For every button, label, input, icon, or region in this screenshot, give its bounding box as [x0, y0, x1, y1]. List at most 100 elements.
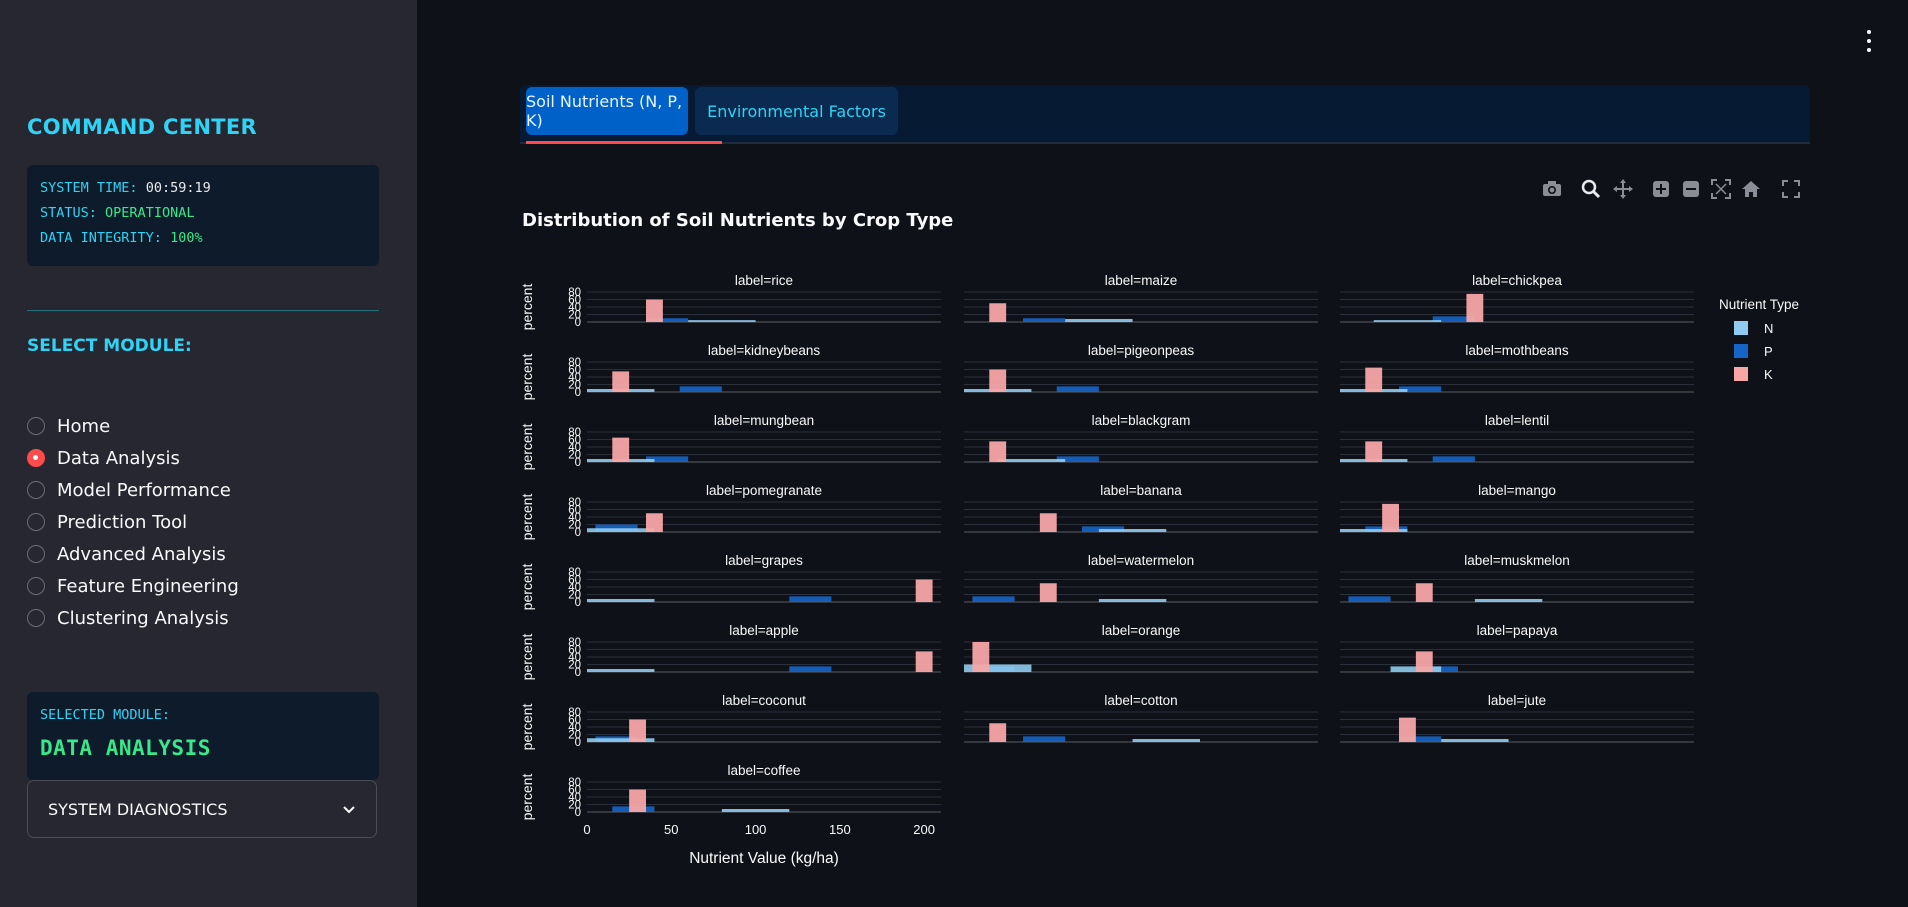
facet-title: label=lentil [1485, 413, 1549, 428]
data-integrity-value: 100% [170, 230, 203, 246]
facet-panel: label=muskmelon [1340, 553, 1694, 603]
facet-title: label=coffee [728, 763, 801, 778]
bar-K-mothbeans [1365, 367, 1383, 392]
faceted-histogram-chart[interactable]: Nutrient TypeNPK label=rice020406080perc… [510, 255, 1850, 885]
zoom-out-icon[interactable] [1680, 178, 1702, 200]
facet-panel: label=pomegranate020406080percent [519, 483, 941, 540]
y-tick-label: 80 [568, 427, 581, 439]
facet-title: label=jute [1488, 693, 1546, 708]
facet-panel: label=pigeonpeas [964, 343, 1318, 393]
zoom-icon[interactable] [1580, 178, 1602, 200]
data-integrity-line: DATA INTEGRITY: 100% [40, 230, 203, 246]
module-option-data-analysis[interactable]: Data Analysis [27, 445, 180, 471]
autoscale-icon[interactable] [1710, 178, 1732, 200]
facet-panel: label=cotton [964, 693, 1318, 743]
y-axis-label: percent [519, 354, 535, 401]
bar-P-grapes [789, 596, 832, 602]
facet-title: label=coconut [722, 693, 806, 708]
legend-label-N: N [1764, 321, 1773, 336]
module-option-label: Home [57, 415, 111, 437]
legend: Nutrient Type NPK [1719, 297, 1799, 382]
bar-N-apple [587, 669, 655, 672]
module-option-label: Prediction Tool [57, 511, 188, 533]
radio-unselected-icon[interactable] [27, 513, 45, 531]
module-option-prediction-tool[interactable]: Prediction Tool [27, 509, 187, 535]
y-axis-label: percent [519, 564, 535, 611]
bar-K-mango [1382, 503, 1399, 532]
fullscreen-icon[interactable] [1780, 178, 1802, 200]
select-module-title: SELECT MODULE: [27, 336, 192, 356]
facet-panel: label=lentil [1340, 413, 1694, 463]
sidebar-divider [27, 310, 379, 311]
command-center-title: COMMAND CENTER [27, 115, 258, 139]
x-tick-label: 100 [745, 822, 767, 837]
facet-title: label=grapes [725, 553, 803, 568]
tab-environmental-factors[interactable]: Environmental Factors [695, 87, 898, 135]
module-option-advanced-analysis[interactable]: Advanced Analysis [27, 541, 226, 567]
y-tick-label: 80 [568, 497, 581, 509]
bar-K-mungbean [612, 437, 630, 462]
bar-P-lentil [1432, 456, 1475, 462]
bar-K-pomegranate [646, 513, 663, 532]
module-option-clustering-analysis[interactable]: Clustering Analysis [27, 605, 229, 631]
system-time-label: SYSTEM TIME: [40, 180, 138, 196]
data-integrity-label: DATA INTEGRITY: [40, 230, 162, 246]
module-option-home[interactable]: Home [27, 413, 110, 439]
x-tick-label: 150 [829, 822, 851, 837]
legend-swatch-N [1734, 321, 1748, 335]
selected-module-value: DATA ANALYSIS [40, 736, 211, 760]
facet-title: label=watermelon [1088, 553, 1194, 568]
camera-icon[interactable] [1541, 178, 1563, 200]
facet-title: label=muskmelon [1464, 553, 1569, 568]
bar-P-cotton [1023, 736, 1066, 742]
radio-unselected-icon[interactable] [27, 577, 45, 595]
facet-title: label=kidneybeans [708, 343, 820, 358]
radio-unselected-icon[interactable] [27, 545, 45, 563]
bar-P-maize [1023, 318, 1066, 322]
facet-title: label=blackgram [1092, 413, 1191, 428]
bar-K-rice [646, 299, 663, 322]
bar-K-cotton [989, 723, 1007, 742]
module-option-label: Feature Engineering [57, 575, 239, 597]
system-status-box: SYSTEM TIME: 00:59:19 STATUS: OPERATIONA… [27, 165, 379, 266]
module-option-model-performance[interactable]: Model Performance [27, 477, 231, 503]
module-option-label: Advanced Analysis [57, 543, 226, 565]
bar-N-muskmelon [1474, 599, 1543, 602]
facet-panel: label=apple020406080percent [519, 623, 941, 680]
tab-soil-nutrients[interactable]: Soil Nutrients (N, P, K) [526, 87, 688, 135]
facet-panel: label=blackgram [964, 413, 1318, 463]
bar-K-banana [1039, 513, 1057, 532]
bar-K-blackgram [989, 441, 1007, 462]
selected-module-box: SELECTED MODULE: DATA ANALYSIS [27, 692, 379, 780]
zoom-in-icon[interactable] [1650, 178, 1672, 200]
radio-unselected-icon[interactable] [27, 609, 45, 627]
bar-N-maize [1065, 319, 1133, 322]
radio-selected-icon[interactable] [27, 449, 45, 467]
bar-K-maize [989, 303, 1007, 322]
bar-N-coffee [721, 809, 790, 812]
module-option-feature-engineering[interactable]: Feature Engineering [27, 573, 239, 599]
y-axis-label: percent [519, 494, 535, 541]
selected-module-label: SELECTED MODULE: [40, 707, 171, 723]
radio-unselected-icon[interactable] [27, 417, 45, 435]
radio-unselected-icon[interactable] [27, 481, 45, 499]
facet-panel: label=maize [964, 273, 1318, 323]
facet-title: label=maize [1105, 273, 1177, 288]
home-icon[interactable] [1740, 178, 1762, 200]
y-tick-label: 80 [568, 707, 581, 719]
facet-title: label=mothbeans [1465, 343, 1568, 358]
bar-N-rice [688, 320, 756, 322]
module-option-label: Model Performance [57, 479, 231, 501]
pan-icon[interactable] [1612, 178, 1634, 200]
system-diagnostics-expander[interactable]: SYSTEM DIAGNOSTICS [27, 780, 377, 838]
facet-panel: label=kidneybeans020406080percent [519, 343, 941, 400]
main-menu-icon[interactable] [1862, 30, 1876, 52]
facet-panel: label=mango [1340, 483, 1694, 533]
facet-title: label=banana [1100, 483, 1182, 498]
bar-K-jute [1399, 717, 1416, 742]
facet-panel: label=orange [964, 623, 1318, 673]
system-time-line: SYSTEM TIME: 00:59:19 [40, 180, 211, 196]
facet-panel: label=mothbeans [1340, 343, 1694, 393]
bar-K-grapes [915, 579, 933, 602]
bar-P-kidneybeans [679, 386, 722, 392]
